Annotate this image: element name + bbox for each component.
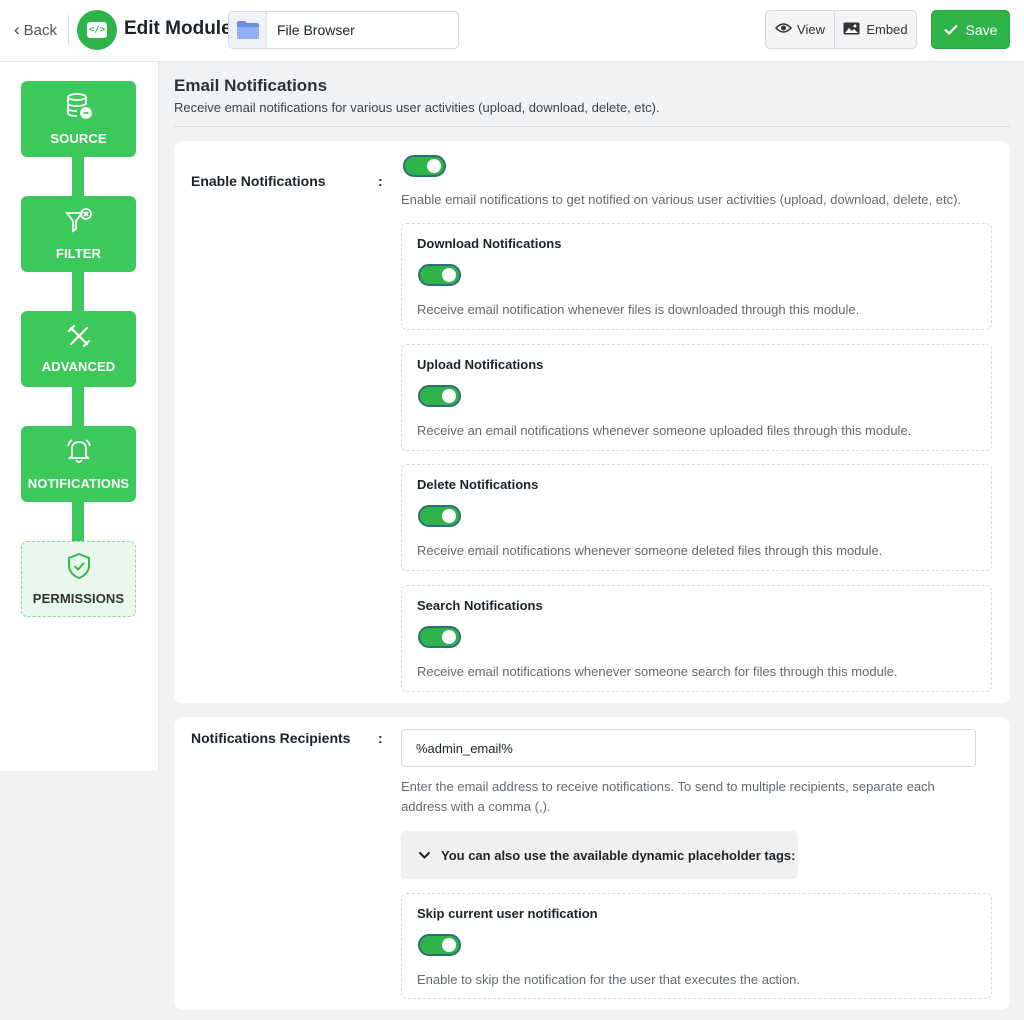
colon: : [378,730,383,746]
database-icon [65,92,93,125]
enable-notifications-label: Enable Notifications [191,173,326,189]
top-bar: ‹ Back </> Edit Module File Browser View… [0,0,1024,62]
recipients-label: Notifications Recipients [191,730,351,746]
delete-notifications-box: Delete Notifications Receive email notif… [401,464,992,571]
delete-notifications-toggle[interactable] [418,505,461,527]
search-notifications-box: Search Notifications Receive email notif… [401,585,992,692]
colon: : [378,173,383,189]
chevron-left-icon: ‹ [14,20,20,39]
upload-notifications-box: Upload Notifications Receive an email no… [401,344,992,451]
step-source[interactable]: SOURCE [21,81,136,157]
view-label: View [797,22,825,37]
placeholder-tags-label: You can also use the available dynamic p… [441,847,796,863]
skip-user-notification-toggle[interactable] [418,934,461,956]
step-label: ADVANCED [41,359,116,374]
plugin-logo: </> [77,10,117,50]
step-connector [72,269,84,315]
step-label: PERMISSIONS [32,591,125,606]
recipients-hint-line1: Enter the email address to receive notif… [401,779,935,794]
tools-icon [67,324,91,353]
upload-notifications-toggle[interactable] [418,385,461,407]
section-divider [174,126,1010,127]
delete-notifications-title: Delete Notifications [417,477,539,492]
section-title: Email Notifications [174,76,328,95]
search-notifications-title: Search Notifications [417,598,543,613]
shield-check-icon [66,552,92,585]
step-advanced[interactable]: ADVANCED [21,311,136,387]
placeholder-tags-toggle[interactable]: You can also use the available dynamic p… [401,831,798,879]
module-name-field[interactable]: File Browser [228,11,459,49]
skip-user-notification-box: Skip current user notification Enable to… [401,893,992,999]
delete-notifications-hint: Receive email notifications whenever som… [417,543,883,558]
skip-user-notification-hint: Enable to skip the notification for the … [417,972,801,987]
upload-notifications-hint: Receive an email notifications whenever … [417,423,912,438]
check-icon [943,22,958,38]
step-permissions[interactable]: PERMISSIONS [21,541,136,617]
search-notifications-hint: Receive email notifications whenever som… [417,664,898,679]
step-connector [72,154,84,200]
folder-icon [229,12,267,48]
enable-notifications-hint: Enable email notifications to get notifi… [401,192,962,207]
upload-notifications-title: Upload Notifications [417,357,544,372]
recipients-hint-line2: address with a comma (,). [401,799,551,814]
steps-sidebar: SOURCE FILTER ADVANCED NOTIFICATIONS PER… [0,62,159,771]
divider [68,15,69,45]
step-label: FILTER [55,246,102,261]
save-label: Save [965,21,998,38]
filter-icon [64,207,93,240]
embed-label: Embed [866,22,908,37]
page-title: Edit Module [124,18,232,39]
back-label: Back [23,21,58,39]
download-notifications-toggle[interactable] [418,264,461,286]
module-name-value: File Browser [277,22,355,38]
step-connector [72,499,84,545]
step-label: SOURCE [50,131,107,146]
eye-icon [774,22,793,37]
step-notifications[interactable]: NOTIFICATIONS [21,426,136,502]
section-description: Receive email notifications for various … [174,100,660,115]
download-notifications-hint: Receive email notification whenever file… [417,302,860,317]
bell-icon [65,437,93,470]
download-notifications-box: Download Notifications Receive email not… [401,223,992,330]
code-chat-icon: </> [87,22,107,38]
step-label: NOTIFICATIONS [27,476,130,491]
save-button[interactable]: Save [931,10,1010,49]
skip-user-notification-title: Skip current user notification [417,906,598,921]
chevron-down-icon [418,848,431,863]
step-filter[interactable]: FILTER [21,196,136,272]
step-connector [72,384,84,430]
download-notifications-title: Download Notifications [417,236,562,251]
embed-image-icon [843,22,860,38]
view-button[interactable]: View [765,10,835,49]
embed-button[interactable]: Embed [834,10,917,49]
back-button[interactable]: ‹ Back [14,18,57,42]
recipients-email-input[interactable] [401,729,976,767]
enable-notifications-toggle[interactable] [403,155,446,177]
search-notifications-toggle[interactable] [418,626,461,648]
